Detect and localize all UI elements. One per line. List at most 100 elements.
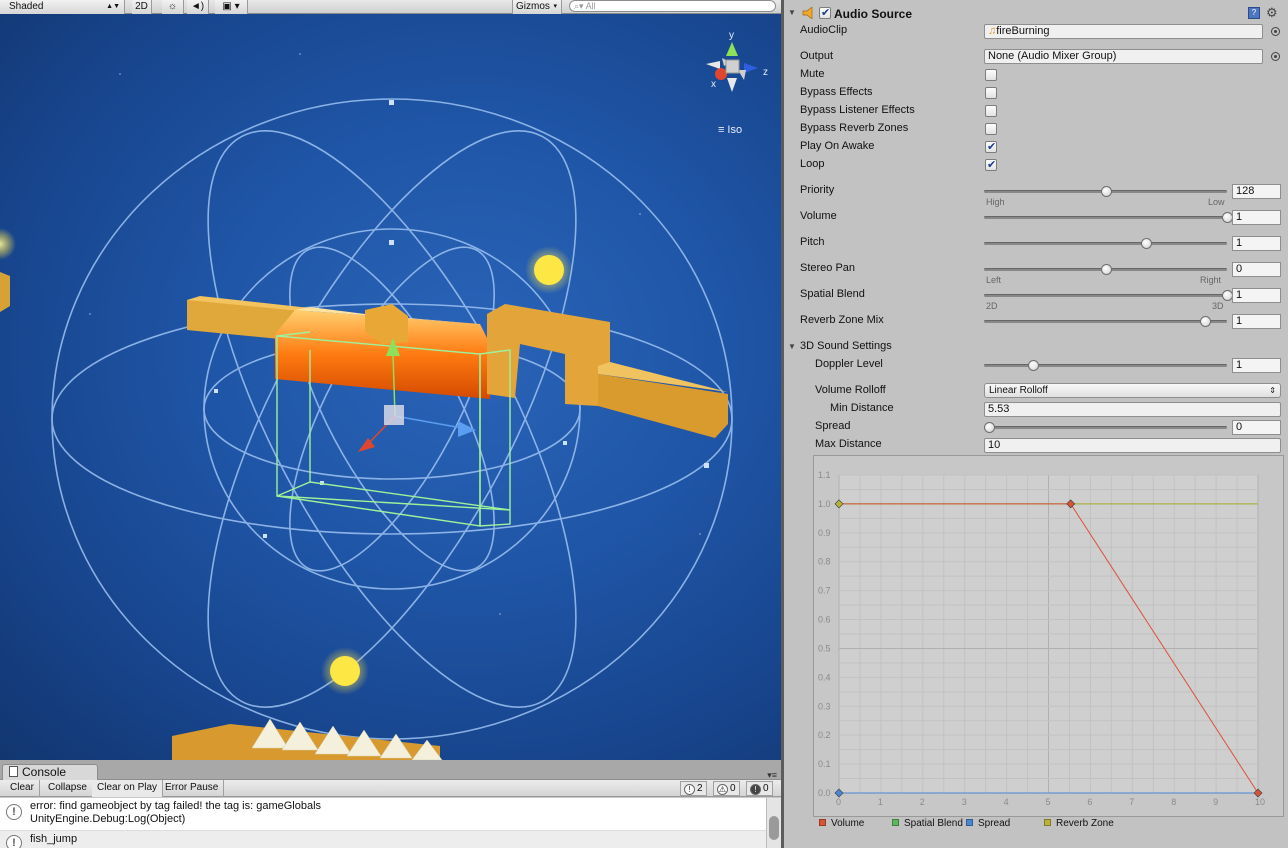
slider-reverb-zone-mix: Reverb Zone Mix 1	[784, 314, 1288, 330]
shading-mode-label: Shaded	[9, 1, 44, 12]
lighting-toggle-button[interactable]: ☼	[162, 0, 184, 14]
slider-thumb[interactable]	[1141, 238, 1153, 249]
x-tick-label: 9	[1213, 797, 1218, 807]
slider-track[interactable]	[984, 186, 1227, 197]
sound3d-foldout[interactable]: ▼ 3D Sound Settings	[784, 340, 1288, 355]
x-tick-label: 5	[1046, 797, 1051, 807]
bypass-listener-effects-checkbox[interactable]	[985, 105, 997, 117]
image-icon: ▣ ▾	[222, 1, 240, 12]
shading-mode-dropdown[interactable]: Shaded ▲▼	[0, 0, 125, 14]
slider-value-input[interactable]: 0	[1232, 262, 1281, 277]
slider-min-label: 2D	[986, 301, 998, 311]
console-scrollbar[interactable]	[766, 798, 781, 848]
orientation-gizmo[interactable]: y z x	[700, 30, 780, 110]
console-tabbar: Console ▾≡	[0, 760, 781, 780]
scrollbar-thumb[interactable]	[769, 816, 779, 840]
x-tick-label: 0	[836, 797, 841, 807]
slider-value-input[interactable]: 1	[1232, 236, 1281, 251]
audioclip-field[interactable]: ♫fireBurning	[984, 24, 1263, 39]
component-enabled-checkbox[interactable]	[819, 6, 831, 19]
axis-z-label: z	[763, 67, 768, 78]
slider-thumb[interactable]	[1100, 186, 1112, 197]
slider-thumb[interactable]	[1027, 360, 1039, 371]
slider-doppler-level: Doppler Level 1	[784, 358, 1288, 374]
error-pause-button[interactable]: Error Pause	[160, 780, 225, 797]
log-entry[interactable]: ! error: find gameobject by tag failed! …	[0, 798, 766, 831]
speaker-icon: ◄)	[190, 1, 205, 12]
slider-track[interactable]	[984, 238, 1227, 249]
slider-track[interactable]	[984, 316, 1227, 327]
error-icon: !	[750, 784, 761, 795]
help-book-icon[interactable]: ?	[1248, 7, 1260, 19]
audioclip-value: fireBurning	[996, 25, 1050, 37]
legend-label: Spatial Blend	[904, 818, 963, 829]
scene-search-input[interactable]: ⌕▾ All	[569, 0, 776, 12]
slider-thumb[interactable]	[1199, 316, 1211, 327]
play-on-awake-checkbox[interactable]	[985, 140, 997, 153]
slider-value-input[interactable]: 1	[1232, 314, 1281, 329]
foldout-arrow-icon[interactable]: ▼	[788, 8, 796, 17]
component-header[interactable]: ▼ Audio Source ? ⚙	[784, 5, 1288, 22]
slider-label: Priority	[800, 184, 835, 196]
loop-checkbox[interactable]	[985, 158, 997, 171]
slider-label: Pitch	[800, 236, 825, 248]
projection-toggle[interactable]: ≡ Iso	[718, 124, 742, 136]
rolloff-curve-chart[interactable]: 0 1 2 3 4 5 6 7 8 9 10 0.0 0.1 0.2 0.3 0.4 0.5 0.6 0.7 0.8 0…	[814, 456, 1285, 818]
rolloff-curve-editor[interactable]: 0 1 2 3 4 5 6 7 8 9 10 0.0 0.1 0.2 0.3 0.4 0.5 0.6 0.7 0.8 0…	[813, 455, 1284, 817]
scene-viewport[interactable]: y z x ≡ Iso	[0, 14, 781, 760]
y-tick-label: 0.8	[818, 557, 831, 567]
tab-console[interactable]: Console	[2, 764, 98, 780]
x-tick-label: 1	[878, 797, 883, 807]
legend-item: Volume	[819, 818, 864, 829]
slider-value-input[interactable]: 1	[1232, 288, 1281, 303]
slider-track[interactable]	[984, 264, 1227, 275]
collapse-button[interactable]: Collapse	[43, 780, 93, 797]
toggle-label: Bypass Reverb Zones	[800, 122, 909, 134]
clear-on-play-button[interactable]: Clear on Play	[92, 780, 164, 797]
gear-icon[interactable]: ⚙	[1266, 5, 1278, 21]
slider-thumb[interactable]	[1100, 264, 1112, 275]
gizmos-dropdown[interactable]: Gizmos ▾	[512, 0, 562, 14]
spread-label: Spread	[815, 420, 851, 432]
slider-track[interactable]	[984, 212, 1233, 223]
error-count-toggle[interactable]: ! 0	[746, 781, 773, 796]
y-tick-label: 0.0	[818, 788, 831, 798]
slider-track[interactable]	[984, 290, 1233, 301]
log-message: fish_jump	[30, 833, 78, 845]
bypass-reverb-zones-checkbox[interactable]	[985, 123, 997, 135]
legend-item: Reverb Zone	[1044, 818, 1114, 829]
foldout-arrow-icon[interactable]: ▼	[788, 342, 796, 351]
mute-checkbox[interactable]	[985, 69, 997, 81]
object-picker-icon[interactable]	[1271, 52, 1280, 61]
max-distance-input[interactable]: 10	[984, 438, 1281, 453]
y-tick-label: 0.4	[818, 672, 831, 682]
slider-max-label: Right	[1200, 275, 1222, 285]
y-tick-label: 0.6	[818, 615, 831, 625]
slider-value-input[interactable]: 1	[1232, 210, 1281, 225]
slider-thumb[interactable]	[984, 422, 995, 433]
warning-count-toggle[interactable]: ⚠ 0	[713, 781, 740, 796]
legend-label: Volume	[831, 818, 865, 829]
effects-dropdown[interactable]: ▣ ▾	[215, 0, 248, 14]
toggle-label: Bypass Listener Effects	[800, 104, 915, 116]
bypass-effects-checkbox[interactable]	[985, 87, 997, 99]
log-entry[interactable]: ! fish_jump	[0, 831, 766, 848]
info-count-toggle[interactable]: ! 2	[680, 781, 707, 796]
slider-track[interactable]	[984, 422, 1227, 433]
clear-button[interactable]: Clear	[5, 780, 40, 797]
output-field[interactable]: None (Audio Mixer Group)	[984, 49, 1263, 64]
slider-label: Reverb Zone Mix	[800, 314, 884, 326]
slider-value-input[interactable]: 0	[1232, 420, 1281, 435]
volume-rolloff-dropdown[interactable]: Linear Rolloff ⇕	[984, 383, 1281, 398]
console-log-list[interactable]: ! error: find gameobject by tag failed! …	[0, 798, 766, 848]
object-picker-icon[interactable]	[1271, 27, 1280, 36]
slider-track[interactable]	[984, 360, 1227, 371]
audio-toggle-button[interactable]: ◄)	[187, 0, 209, 14]
toggle-2d-button[interactable]: 2D	[132, 0, 152, 14]
scene-view[interactable]: Shaded ▲▼ 2D ☼ ◄) ▣ ▾ Gizmos ▾ ⌕▾ All y …	[0, 0, 781, 760]
slider-value-input[interactable]: 128	[1232, 184, 1281, 199]
slider-label: Spatial Blend	[800, 288, 865, 300]
slider-value-input[interactable]: 1	[1232, 358, 1281, 373]
min-distance-input[interactable]: 5.53	[984, 402, 1281, 417]
audio-source-icon	[802, 7, 813, 19]
